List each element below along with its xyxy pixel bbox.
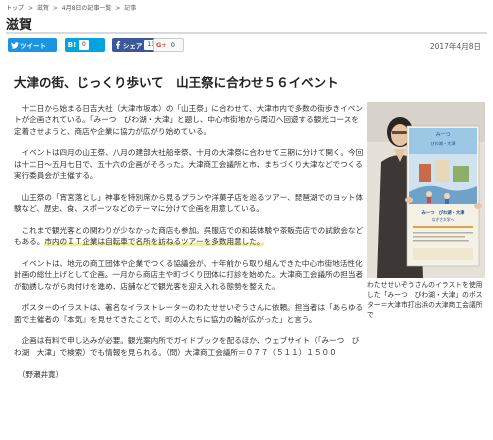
share-bar: ツイート B! 0 シェア 11 G+ 0 2017年4月8日 — [8, 38, 487, 54]
article-paragraph: 十二日から始まる日吉大社（大津市坂本）の「山王祭」に合わせて、大津市内で多数の街… — [14, 104, 363, 136]
breadcrumb-item-current: 記事 — [124, 5, 137, 12]
twitter-share-label: ツイート — [20, 42, 46, 50]
photo-caption: わたせせいぞうさんのイラストを使用した「みーつ びわ湖・大津」のポスター＝大津市… — [367, 281, 483, 319]
twitter-share-button[interactable]: ツイート — [8, 38, 57, 52]
breadcrumb-item-date-list[interactable]: 4月8日の記事一覧 — [62, 5, 112, 12]
poster: みーつ びわ湖・大津 みーつ びわ湖・大津 なぎさ大学へ — [406, 125, 480, 267]
breadcrumb-separator: > — [52, 5, 58, 12]
article-paragraph: 企画は有料で申し込みが必要。観光案内所でガイドブックを配るほか、ウェブサイト（「… — [14, 336, 360, 357]
section-divider — [6, 32, 487, 34]
breadcrumb-separator: > — [115, 5, 121, 12]
section-title: 滋賀 — [6, 18, 33, 33]
article-headline: 大津の街、じっくり歩いて 山王祭に合わせ５６イベント — [14, 75, 339, 90]
article-paragraph: 山王祭の「宵宮落とし」神事を特別席から見るプランや洋菓子店を巡るツアー、琵琶湖で… — [14, 192, 364, 214]
article-page: トップ > 滋賀 > 4月8日の記事一覧 > 記事 滋賀 ツイート B! 0 シ… — [0, 0, 493, 440]
article-paragraph: ポスターのイラストは、著名なイラストレーターのわたせせいぞうさんに依頼。担当者は… — [14, 303, 364, 324]
photo-illustration: みーつ びわ湖・大津 みーつ びわ湖・大津 なぎさ大学へ — [367, 102, 485, 278]
bird-icon — [10, 38, 20, 52]
google-plus-button[interactable]: G+ 0 — [153, 38, 184, 52]
poster-logo: みーつ — [435, 132, 450, 138]
article-date: 2017年4月8日 — [429, 42, 481, 51]
poster-title-line: みーつ びわ湖・大津 — [422, 209, 466, 216]
poster-title-line: なぎさ大学へ — [432, 217, 455, 222]
facebook-f-icon — [114, 38, 123, 52]
article-body: 十二日から始まる日吉大社（大津市坂本）の「山王祭」に合わせて、大津市内で多数の街… — [14, 103, 366, 390]
google-plus-count: 0 — [170, 41, 175, 49]
article-paragraph: イベントは、地元の商工団体や企業でつくる協議会が、十年前から取り組んできた中心市… — [14, 258, 364, 291]
article-byline: （野瀬井寛） — [21, 369, 64, 379]
breadcrumb-separator: > — [27, 5, 33, 12]
hatena-bookmark-count: 0 — [79, 40, 89, 50]
article-photo: みーつ びわ湖・大津 みーつ びわ湖・大津 なぎさ大学へ — [367, 102, 485, 278]
breadcrumb: トップ > 滋賀 > 4月8日の記事一覧 > 記事 — [6, 3, 138, 12]
highlighted-sentence: 市内のＩＴ企業は自転車で名所を訪ねるツアーを多数用意した。 — [44, 237, 265, 247]
poster-subtitle: びわ湖・大津 — [430, 140, 455, 147]
breadcrumb-item-top[interactable]: トップ — [6, 5, 24, 12]
article-paragraph: イベントは四月の山王祭、八月の建部大社船幸祭、十月の大津祭に合わせて三期に分けて… — [14, 148, 364, 180]
hatena-bookmark-button[interactable]: B! 0 — [65, 38, 105, 52]
facebook-share-label: シェア — [122, 42, 143, 50]
breadcrumb-item-shiga[interactable]: 滋賀 — [37, 5, 49, 12]
article-paragraph: これまで観光客との関わりが少なかった商店も参加。呉服店での和装体験や茶販売店での… — [14, 225, 364, 247]
google-plus-icon: G+ — [156, 41, 167, 49]
hatena-bookmark-icon: B! — [67, 41, 77, 49]
